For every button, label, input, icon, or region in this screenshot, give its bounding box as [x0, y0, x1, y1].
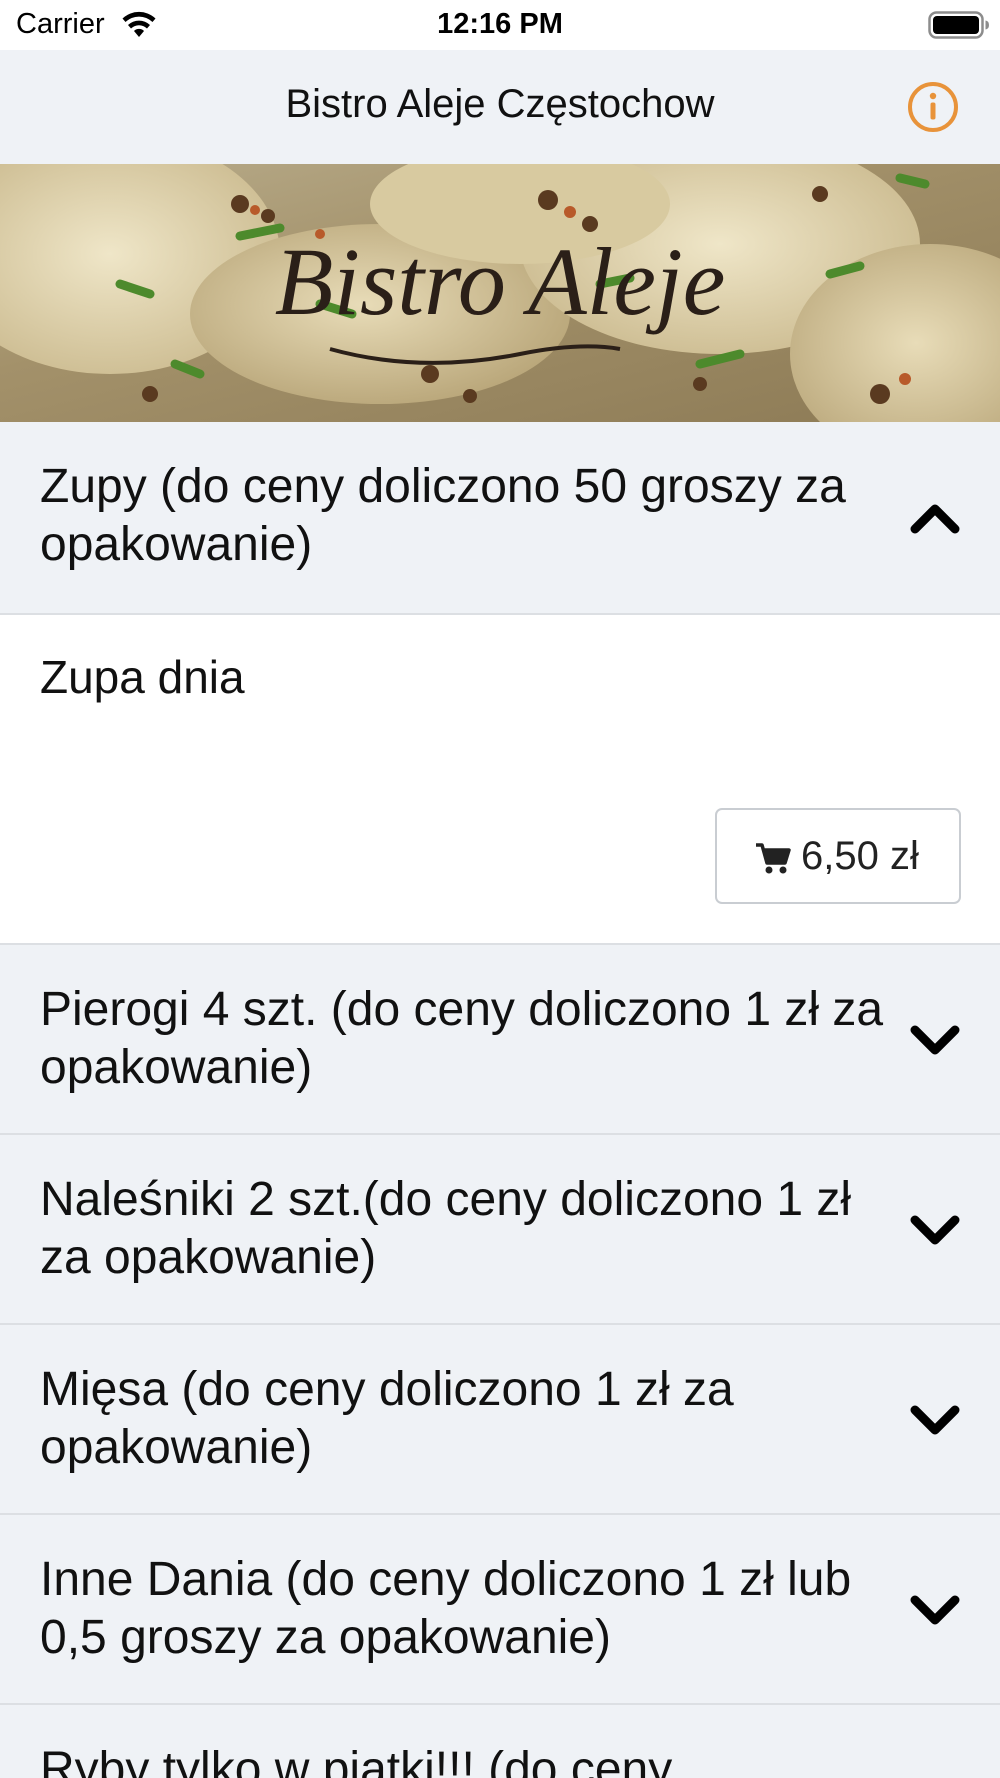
menu-list: Zupy (do ceny doliczono 50 groszy za opa… — [0, 422, 1000, 1778]
chevron-up-icon — [910, 504, 960, 534]
page-title: Bistro Aleje Częstochow — [285, 82, 715, 126]
category-label: Ryby tylko w piątki!!! (do ceny — [40, 1743, 673, 1778]
category-label: Inne Dania (do ceny doliczono 1 zł lub 0… — [40, 1553, 852, 1664]
navigation-bar: Bistro Aleje Częstochow — [0, 50, 1000, 164]
status-bar: Carrier 12:16 PM — [0, 0, 1000, 50]
add-to-cart-button[interactable]: 6,50 zł — [715, 808, 961, 904]
info-icon[interactable] — [906, 80, 960, 134]
cart-icon — [756, 843, 791, 874]
chevron-down-icon — [910, 1405, 960, 1435]
category-miesa[interactable]: Mięsa (do ceny doliczono 1 zł za opakowa… — [0, 1325, 1000, 1515]
category-label: Mięsa (do ceny doliczono 1 zł za opakowa… — [40, 1363, 734, 1474]
category-ryby[interactable]: Ryby tylko w piątki!!! (do ceny — [0, 1705, 1000, 1778]
category-inne-dania[interactable]: Inne Dania (do ceny doliczono 1 zł lub 0… — [0, 1515, 1000, 1705]
status-time: 12:16 PM — [437, 8, 563, 40]
category-label: Zupy (do ceny doliczono 50 groszy za opa… — [40, 460, 846, 571]
battery-icon — [928, 11, 989, 39]
banner-photo: Bistro Aleje — [0, 164, 1000, 422]
item-price: 6,50 zł — [801, 834, 919, 878]
category-nalesniki[interactable]: Naleśniki 2 szt.(do ceny doliczono 1 zł … — [0, 1135, 1000, 1325]
chevron-down-icon — [910, 1595, 960, 1625]
app-screen: Carrier 12:16 PM Bistro Aleje Częstochow — [0, 0, 1000, 1778]
restaurant-banner-image: Bistro Aleje — [0, 164, 1000, 422]
chevron-down-icon — [910, 1025, 960, 1055]
banner-logo-text: Bistro Aleje — [275, 228, 726, 335]
category-label: Naleśniki 2 szt.(do ceny doliczono 1 zł … — [40, 1173, 852, 1284]
chevron-down-icon — [910, 1215, 960, 1245]
item-name: Zupa dnia — [40, 651, 245, 703]
category-pierogi[interactable]: Pierogi 4 szt. (do ceny doliczono 1 zł z… — [0, 945, 1000, 1135]
category-label: Pierogi 4 szt. (do ceny doliczono 1 zł z… — [40, 983, 884, 1094]
category-soups[interactable]: Zupy (do ceny doliczono 50 groszy za opa… — [0, 422, 1000, 615]
menu-item-zupa-dnia: Zupa dnia 6,50 zł — [0, 615, 1000, 945]
